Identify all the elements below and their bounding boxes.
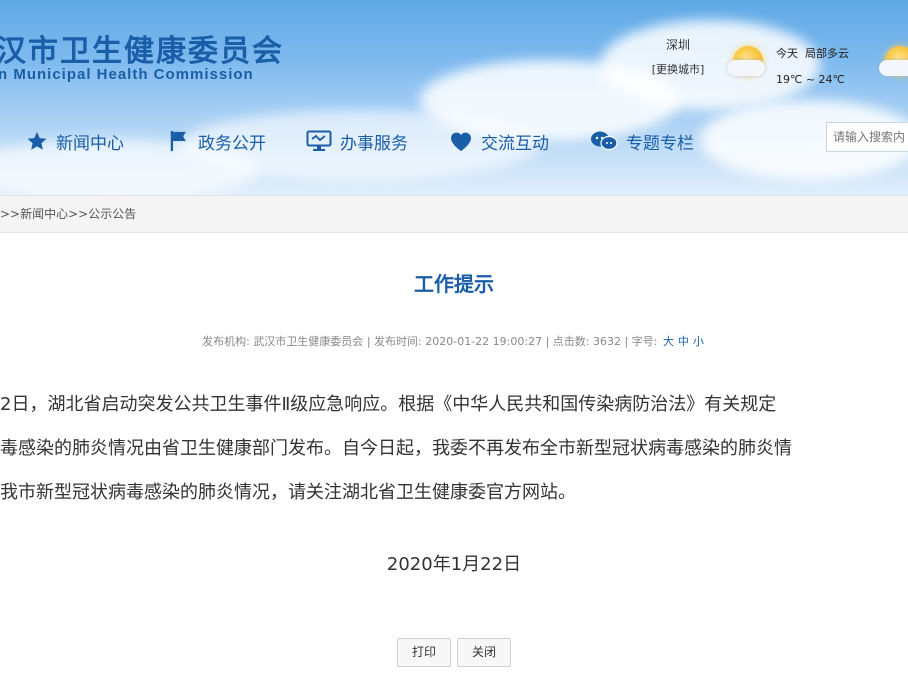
font-size-small[interactable]: 小 [693,335,704,348]
font-size-large[interactable]: 大 [663,335,674,348]
search-input[interactable] [826,122,908,152]
breadcrumb: >>新闻中心>>公示公告 [0,195,908,233]
city-widget: 深圳 [更换城市] [648,36,708,77]
nav-item-interaction[interactable]: 交流互动 [449,122,549,160]
site-logo-title[interactable]: 汉市卫生健康委员会 [0,26,284,70]
nav-item-label: 专题专栏 [626,133,694,154]
publisher-label: 发布机构: [202,335,250,348]
article-title: 工作提示 [414,272,494,296]
star-icon [27,131,47,150]
publish-time-label: | 发布时间: [366,335,422,348]
flag-icon [170,130,186,152]
weather-day-condition: 今天 局部多云 [776,47,849,60]
site-header: 汉市卫生健康委员会 n Municipal Health Commission … [0,0,908,195]
breadcrumb-item-announcements[interactable]: 公示公告 [88,207,136,221]
article-paragraph-line: 2日，湖北省启动突发公共卫生事件Ⅱ级应急响应。根据《中华人民共和国传染病防治法》… [0,394,777,415]
breadcrumb-item-news[interactable]: 新闻中心 [20,207,68,221]
nav-item-label: 交流互动 [481,133,549,154]
nav-item-topics[interactable]: 专题专栏 [590,122,694,160]
main-nav: 新闻中心 政务公开 办事服务 交流互动 专题专栏 [0,122,908,160]
breadcrumb-separator: >> [0,207,21,221]
weather-info: 今天 局部多云 19℃ ~ 24℃ [776,41,849,93]
nav-item-label: 办事服务 [340,133,408,154]
weather-temp: 19℃ ~ 24℃ [776,73,845,86]
publisher: 武汉市卫生健康委员会 [253,335,364,348]
nav-item-label: 新闻中心 [56,133,124,154]
article-meta: 发布机构: 武汉市卫生健康委员会 | 发布时间: 2020-01-22 19:0… [0,333,908,349]
article-date: 2020年1月22日 [386,554,522,575]
article-paragraph-line: 我市新型冠状病毒感染的肺炎情况，请关注湖北省卫生健康委官方网站。 [0,482,576,503]
chat-icon [591,131,618,151]
close-button[interactable]: 关闭 [457,638,511,667]
print-button[interactable]: 打印 [397,638,451,667]
font-size-label: | 字号: [624,335,658,348]
change-city-link[interactable]: [更换城市] [648,61,708,77]
publish-time: 2020-01-22 19:00:27 [425,335,543,348]
city-name: 深圳 [665,38,690,52]
site-logo-subtitle: n Municipal Health Commission [0,66,254,83]
monitor-icon [306,130,332,151]
article-paragraph-line: 毒感染的肺炎情况由省卫生健康部门发布。自今日起，我委不再发布全市新型冠状病毒感染… [0,438,792,459]
font-size-medium[interactable]: 中 [678,335,689,348]
nav-item-gov-affairs[interactable]: 政务公开 [168,122,266,160]
partly-cloudy-icon [727,46,765,76]
partly-cloudy-icon [879,46,908,76]
heart-icon [451,132,471,151]
nav-item-label: 政务公开 [198,133,266,154]
nav-item-services[interactable]: 办事服务 [306,122,408,160]
click-count: 3632 [592,335,621,348]
breadcrumb-separator: >> [68,207,89,221]
nav-item-news[interactable]: 新闻中心 [26,122,124,160]
click-count-label: | 点击数: [545,335,590,348]
